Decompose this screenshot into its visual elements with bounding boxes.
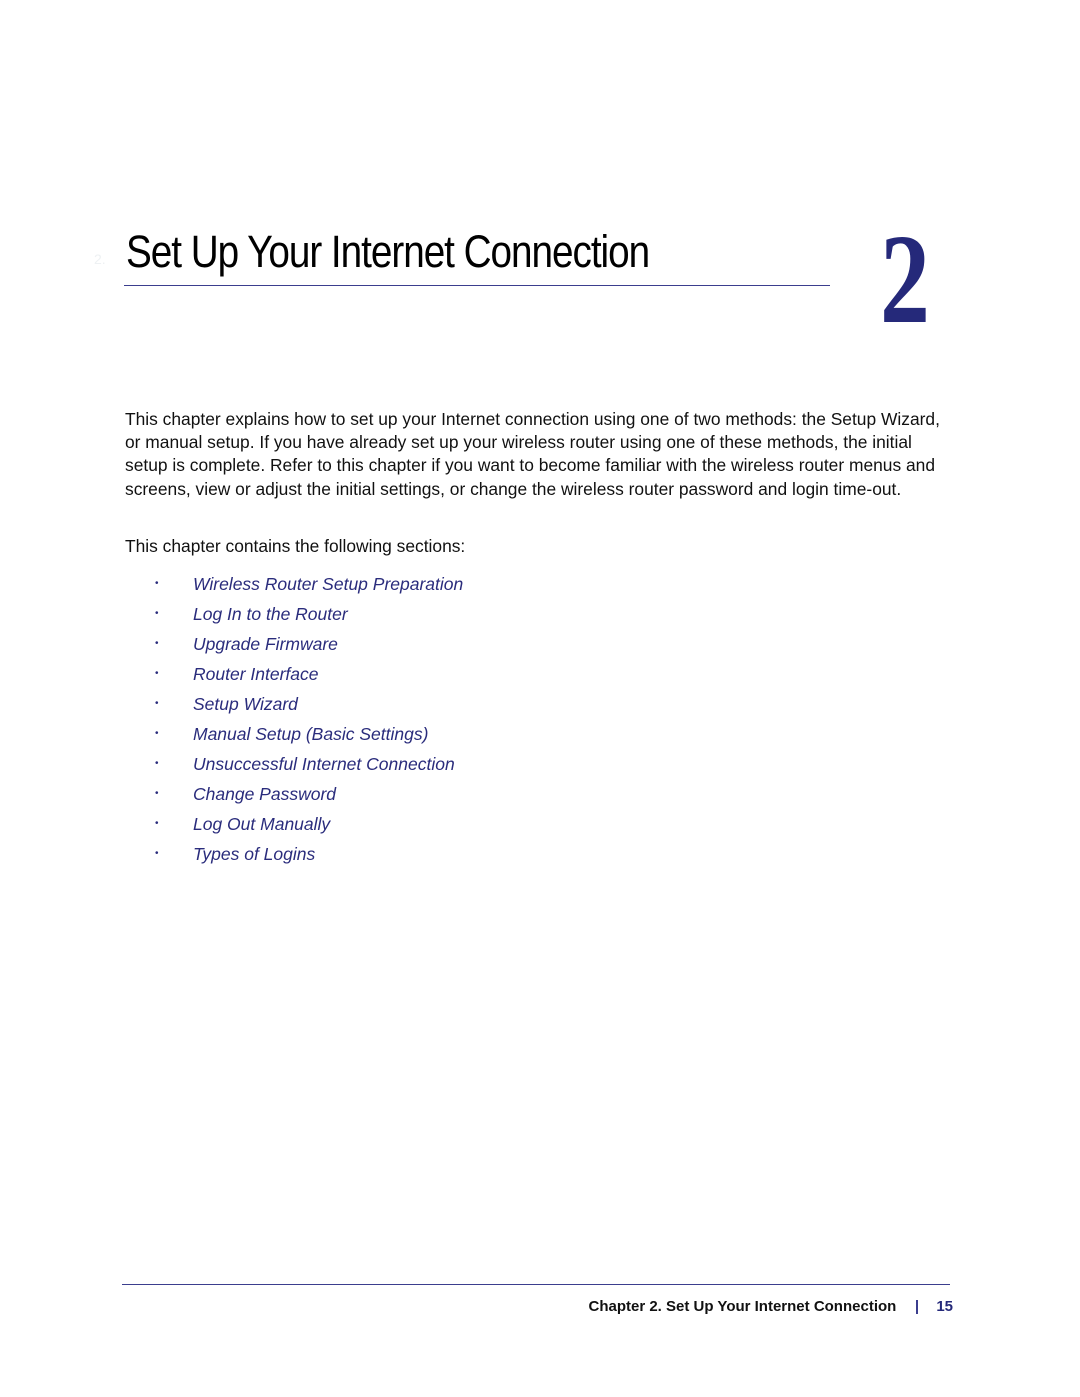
- page-footer: Chapter 2. Set Up Your Internet Connecti…: [589, 1298, 954, 1315]
- section-link-log-out-manually[interactable]: Log Out Manually: [193, 811, 330, 837]
- chapter-title: Set Up Your Internet Connection: [126, 226, 650, 277]
- bullet-icon: •: [155, 848, 159, 859]
- bullet-icon: •: [155, 758, 159, 769]
- intro-paragraph: This chapter explains how to set up your…: [125, 409, 940, 499]
- section-link-upgrade-firmware[interactable]: Upgrade Firmware: [193, 631, 338, 657]
- section-list-item: • Types of Logins: [155, 839, 463, 869]
- bullet-icon: •: [155, 818, 159, 829]
- section-list-item: • Setup Wizard: [155, 689, 463, 719]
- section-list: • Wireless Router Setup Preparation • Lo…: [155, 569, 463, 869]
- footer-chapter-label: Chapter 2. Set Up Your Internet Connecti…: [588, 1298, 897, 1315]
- sections-intro: This chapter contains the following sect…: [125, 536, 466, 556]
- section-list-item: • Wireless Router Setup Preparation: [155, 569, 463, 599]
- bullet-icon: •: [155, 788, 159, 799]
- section-list-item: • Router Interface: [155, 659, 463, 689]
- section-list-item: • Manual Setup (Basic Settings): [155, 719, 463, 749]
- section-link-manual-setup[interactable]: Manual Setup (Basic Settings): [193, 721, 428, 747]
- bullet-icon: •: [155, 608, 159, 619]
- bullet-icon: •: [155, 638, 159, 649]
- chapter-number: 2: [880, 208, 930, 350]
- bullet-icon: •: [155, 668, 159, 679]
- section-list-item: • Change Password: [155, 779, 463, 809]
- footer-separator: [916, 1299, 919, 1314]
- footer-rule: [122, 1284, 950, 1285]
- page-number: 15: [936, 1298, 953, 1315]
- section-link-log-in-to-the-router[interactable]: Log In to the Router: [193, 601, 348, 627]
- section-link-unsuccessful-internet-connection[interactable]: Unsuccessful Internet Connection: [193, 751, 455, 777]
- section-list-item: • Log Out Manually: [155, 809, 463, 839]
- section-link-wireless-router-setup-preparation[interactable]: Wireless Router Setup Preparation: [193, 571, 463, 597]
- section-link-setup-wizard[interactable]: Setup Wizard: [193, 691, 298, 717]
- bullet-icon: •: [155, 728, 159, 739]
- section-link-types-of-logins[interactable]: Types of Logins: [193, 841, 315, 867]
- bullet-icon: •: [155, 698, 159, 709]
- section-link-router-interface[interactable]: Router Interface: [193, 661, 318, 687]
- section-list-item: • Upgrade Firmware: [155, 629, 463, 659]
- section-list-item: • Unsuccessful Internet Connection: [155, 749, 463, 779]
- title-rule: [124, 285, 830, 286]
- ghost-chapter-number: 2.: [94, 251, 106, 267]
- section-link-change-password[interactable]: Change Password: [193, 781, 336, 807]
- bullet-icon: •: [155, 578, 159, 589]
- section-list-item: • Log In to the Router: [155, 599, 463, 629]
